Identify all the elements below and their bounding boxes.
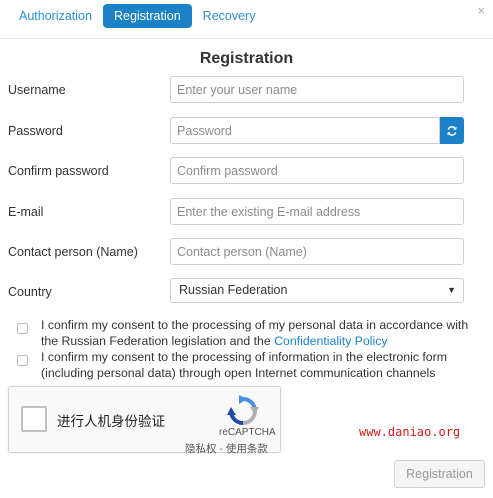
country-label: Country	[8, 285, 52, 299]
contact-person-label: Contact person (Name)	[8, 245, 138, 259]
generate-password-button[interactable]	[440, 117, 464, 144]
email-row: E-mail	[8, 198, 468, 226]
username-label: Username	[8, 83, 66, 97]
username-input[interactable]	[170, 76, 464, 103]
recaptcha-link-separator: -	[216, 443, 226, 455]
consent-electronic-form: I confirm my consent to the processing o…	[17, 349, 487, 381]
username-row: Username	[8, 76, 468, 104]
email-label: E-mail	[8, 205, 44, 219]
tab-recovery[interactable]: Recovery	[192, 4, 267, 28]
tab-bar: Authorization Registration Recovery	[8, 4, 266, 28]
recaptcha-label: 进行人机身份验证	[57, 414, 165, 429]
consent-personal-data: I confirm my consent to the processing o…	[17, 317, 487, 349]
recaptcha-terms-link[interactable]: 使用条款	[226, 443, 268, 455]
consent-personal-data-text: I confirm my consent to the processing o…	[41, 318, 469, 348]
recaptcha-checkbox[interactable]	[21, 406, 47, 432]
form-title: Registration	[199, 50, 294, 67]
consent-electronic-form-text: I confirm my consent to the processing o…	[41, 350, 447, 380]
recaptcha-privacy-link[interactable]: 隐私权	[185, 443, 217, 455]
contact-person-row: Contact person (Name)	[8, 238, 468, 266]
recaptcha-widget: 进行人机身份验证 reCAPTCHA 隐私权 - 使用条款	[8, 386, 281, 456]
recaptcha-brand: reCAPTCHA	[219, 427, 276, 438]
password-input[interactable]	[170, 117, 440, 144]
country-row: Country Russian Federation ▼	[8, 278, 468, 306]
country-selected-value: Russian Federation	[179, 283, 288, 297]
recaptcha-logo-icon	[227, 395, 259, 425]
email-input[interactable]	[170, 198, 464, 225]
consent-electronic-form-checkbox[interactable]	[17, 355, 28, 366]
contact-person-input[interactable]	[170, 238, 464, 265]
registration-submit-button[interactable]: Registration	[394, 460, 485, 488]
confirm-password-row: Confirm password	[8, 157, 468, 185]
tab-authorization[interactable]: Authorization	[8, 4, 103, 28]
header-divider	[0, 38, 493, 39]
confirm-password-input[interactable]	[170, 157, 464, 184]
chevron-down-icon: ▼	[447, 285, 456, 295]
password-label: Password	[8, 124, 63, 138]
country-select[interactable]: Russian Federation ▼	[170, 278, 464, 303]
password-row: Password	[8, 117, 468, 145]
tab-registration[interactable]: Registration	[102, 4, 192, 28]
confidentiality-policy-link[interactable]: Confidentiality Policy	[274, 334, 387, 348]
recaptcha-links: 隐私权 - 使用条款	[185, 441, 268, 456]
confirm-password-label: Confirm password	[8, 164, 109, 178]
refresh-icon	[447, 125, 457, 136]
consent-personal-data-checkbox[interactable]	[17, 323, 28, 334]
watermark-text: www.daniao.org	[359, 425, 461, 439]
close-icon[interactable]: ×	[477, 4, 485, 18]
